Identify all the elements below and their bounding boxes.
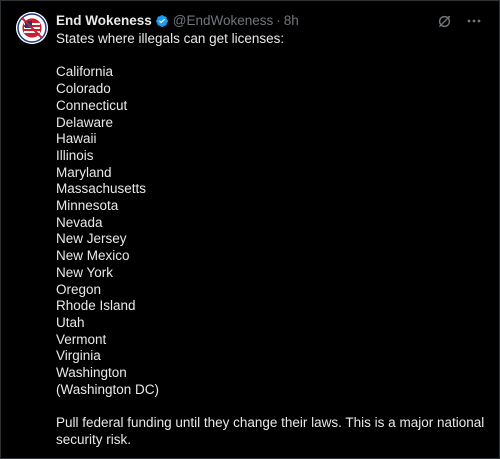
header-actions [436,13,482,29]
state-item: Virginia [56,348,101,364]
state-item: California [56,64,114,80]
state-item: Rhode Island [56,298,136,314]
avatar[interactable] [16,12,48,44]
state-item: Connecticut [56,97,128,113]
tweet-header: End Wokeness @EndWokeness · 8h [56,12,299,30]
state-item: Oregon [56,281,102,297]
separator: · [276,13,281,28]
state-item: New Mexico [56,248,130,264]
timestamp[interactable]: 8h [284,12,299,30]
state-item: Washington [56,365,127,381]
tweet-closing: Pull federal funding until they change t… [56,415,485,447]
state-item: Massachusetts [56,181,147,197]
state-item: Nevada [56,214,103,230]
tweet-intro: States where illegals can get licenses: [56,31,285,46]
state-item: Maryland [56,164,112,180]
tweet-card: End Wokeness @EndWokeness · 8h States wh… [0,0,500,459]
state-item: New Jersey [56,231,127,247]
state-item: Utah [56,314,85,330]
tweet-text: States where illegals can get licenses: … [56,31,486,449]
verified-badge-icon[interactable] [155,14,169,28]
state-item: Minnesota [56,198,119,214]
state-item: Illinois [56,147,94,163]
avatar-logo-icon [16,12,48,44]
state-item: Hawaii [56,131,97,147]
state-item: (Washington DC) [56,381,160,397]
handle[interactable]: @EndWokeness [173,12,274,30]
state-item: Colorado [56,81,111,97]
more-icon[interactable] [466,13,482,29]
state-item: New York [56,264,114,280]
grok-icon[interactable] [436,13,452,29]
display-name[interactable]: End Wokeness [56,12,152,30]
state-item: Vermont [56,331,107,347]
state-item: Delaware [56,114,114,130]
